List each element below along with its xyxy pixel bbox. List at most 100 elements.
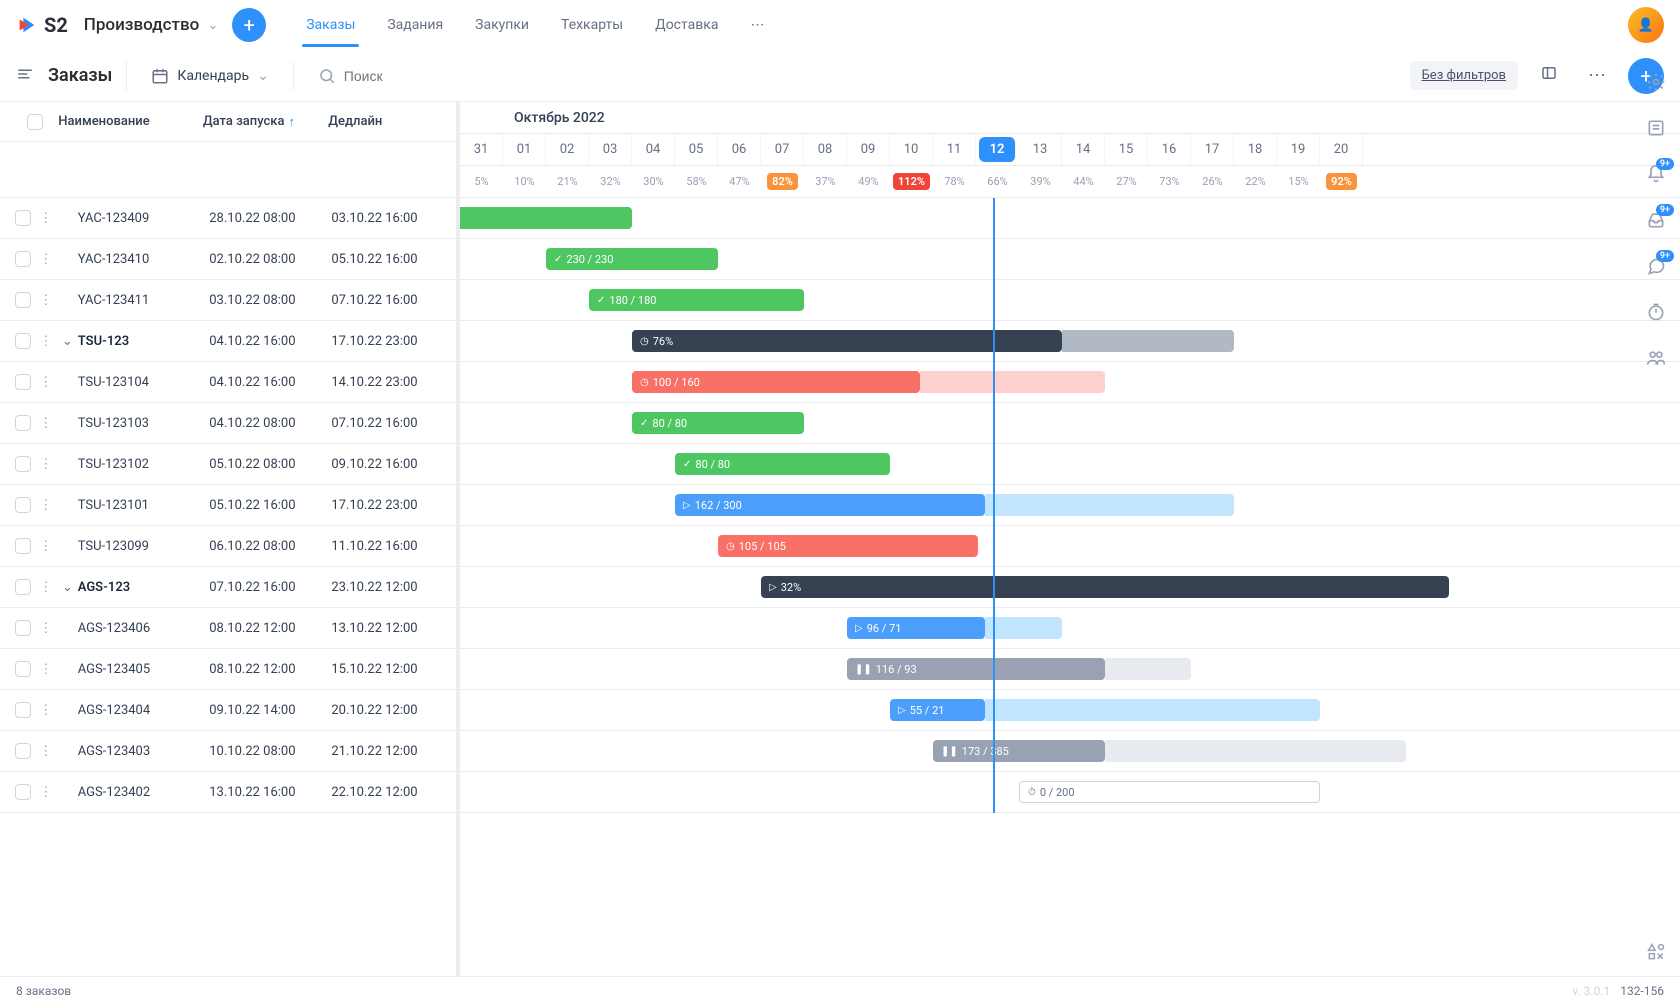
table-row[interactable]: ⋮TSU-12310404.10.22 16:0014.10.22 23:00 bbox=[0, 362, 456, 403]
day-cell[interactable]: 05 bbox=[675, 134, 718, 165]
gantt-bar[interactable]: ◷76% bbox=[632, 330, 1062, 352]
gantt-row[interactable]: ▷96 / 71 bbox=[460, 608, 1680, 649]
gantt-bar[interactable]: ▷162 / 300 bbox=[675, 494, 985, 516]
day-cell[interactable]: 16 bbox=[1148, 134, 1191, 165]
columns-icon[interactable] bbox=[1532, 58, 1566, 93]
row-menu-icon[interactable]: ⋮ bbox=[35, 621, 58, 636]
gantt-bar[interactable]: ◷100 / 160 bbox=[632, 371, 920, 393]
tab-orders[interactable]: Заказы bbox=[290, 7, 371, 43]
day-cell[interactable]: 04 bbox=[632, 134, 675, 165]
gantt-row[interactable]: ◷100 / 160 bbox=[460, 362, 1680, 403]
gantt-row[interactable]: ▷32% bbox=[460, 567, 1680, 608]
row-expand-icon[interactable]: ⌄ bbox=[57, 580, 78, 595]
row-menu-icon[interactable]: ⋮ bbox=[35, 539, 58, 554]
row-checkbox[interactable] bbox=[15, 620, 31, 636]
row-checkbox[interactable] bbox=[15, 374, 31, 390]
gantt-bar[interactable]: ▷32% bbox=[761, 576, 1449, 598]
row-checkbox[interactable] bbox=[15, 415, 31, 431]
table-row[interactable]: ⋮YAC-12341103.10.22 08:0007.10.22 16:00 bbox=[0, 280, 456, 321]
day-cell[interactable]: 14 bbox=[1062, 134, 1105, 165]
row-checkbox[interactable] bbox=[15, 702, 31, 718]
gantt-row[interactable]: ✓180 / 180 bbox=[460, 280, 1680, 321]
gantt-row[interactable]: ◷105 / 105 bbox=[460, 526, 1680, 567]
row-expand-icon[interactable]: ⌄ bbox=[57, 334, 78, 349]
header-name[interactable]: Наименование bbox=[58, 114, 203, 129]
row-checkbox[interactable] bbox=[15, 456, 31, 472]
day-cell[interactable]: 08 bbox=[804, 134, 847, 165]
day-cell[interactable]: 07 bbox=[761, 134, 804, 165]
table-row[interactable]: ⋮AGS-12340213.10.22 16:0022.10.22 12:00 bbox=[0, 772, 456, 813]
gantt-bar[interactable]: ◷105 / 105 bbox=[718, 535, 978, 557]
row-checkbox[interactable] bbox=[15, 210, 31, 226]
table-row[interactable]: ⋮AGS-12340409.10.22 14:0020.10.22 12:00 bbox=[0, 690, 456, 731]
select-all-checkbox[interactable] bbox=[27, 114, 43, 130]
tab-purchases[interactable]: Закупки bbox=[459, 7, 545, 43]
logo[interactable]: S2 bbox=[16, 13, 68, 37]
gantt-row[interactable]: ✓80 / 80 bbox=[460, 444, 1680, 485]
timer-icon[interactable] bbox=[1646, 302, 1666, 326]
row-checkbox[interactable] bbox=[15, 333, 31, 349]
row-menu-icon[interactable]: ⋮ bbox=[35, 252, 58, 267]
avatar[interactable]: 👤 bbox=[1628, 7, 1664, 43]
day-cell[interactable]: 31 bbox=[460, 134, 503, 165]
table-row[interactable]: ⋮YAC-12340928.10.22 08:0003.10.22 16:00 bbox=[0, 198, 456, 239]
row-menu-icon[interactable]: ⋮ bbox=[35, 580, 58, 595]
tab-tasks[interactable]: Задания bbox=[371, 7, 459, 43]
filter-button[interactable]: Без фильтров bbox=[1410, 61, 1518, 90]
day-cell[interactable]: 10 bbox=[890, 134, 933, 165]
table-row[interactable]: ⋮TSU-12310304.10.22 08:0007.10.22 16:00 bbox=[0, 403, 456, 444]
row-menu-icon[interactable]: ⋮ bbox=[35, 498, 58, 513]
header-deadline[interactable]: Дедлайн bbox=[328, 114, 444, 129]
table-row[interactable]: ⋮⌄TSU-12304.10.22 16:0017.10.22 23:00 bbox=[0, 321, 456, 362]
view-selector[interactable]: Календарь ⌄ bbox=[141, 61, 278, 91]
row-checkbox[interactable] bbox=[15, 784, 31, 800]
row-checkbox[interactable] bbox=[15, 497, 31, 513]
row-menu-icon[interactable]: ⋮ bbox=[35, 744, 58, 759]
gantt-bar[interactable]: ❚❚173 / 385 bbox=[933, 740, 1105, 762]
row-menu-icon[interactable]: ⋮ bbox=[35, 662, 58, 677]
day-cell[interactable]: 03 bbox=[589, 134, 632, 165]
gantt-bar[interactable]: ▷96 / 71 bbox=[847, 617, 985, 639]
day-cell[interactable]: 15 bbox=[1105, 134, 1148, 165]
gantt-bar[interactable]: ✓230 / 230 bbox=[546, 248, 718, 270]
table-row[interactable]: ⋮TSU-12310105.10.22 16:0017.10.22 23:00 bbox=[0, 485, 456, 526]
table-row[interactable]: ⋮AGS-12340608.10.22 12:0013.10.22 12:00 bbox=[0, 608, 456, 649]
row-checkbox[interactable] bbox=[15, 538, 31, 554]
day-cell[interactable]: 18 bbox=[1234, 134, 1277, 165]
row-menu-icon[interactable]: ⋮ bbox=[35, 293, 58, 308]
table-row[interactable]: ⋮YAC-12341002.10.22 08:0005.10.22 16:00 bbox=[0, 239, 456, 280]
table-row[interactable]: ⋮TSU-12309906.10.22 08:0011.10.22 16:00 bbox=[0, 526, 456, 567]
row-menu-icon[interactable]: ⋮ bbox=[35, 703, 58, 718]
notes-icon[interactable] bbox=[1646, 118, 1666, 142]
row-menu-icon[interactable]: ⋮ bbox=[35, 334, 58, 349]
gantt-row[interactable] bbox=[460, 198, 1680, 239]
row-checkbox[interactable] bbox=[15, 579, 31, 595]
row-checkbox[interactable] bbox=[15, 251, 31, 267]
tab-delivery[interactable]: Доставка bbox=[639, 7, 734, 43]
gantt-bar[interactable]: ⏱0 / 200 bbox=[1019, 781, 1320, 803]
row-menu-icon[interactable]: ⋮ bbox=[35, 416, 58, 431]
gantt-row[interactable]: ❚❚116 / 93 bbox=[460, 649, 1680, 690]
chat-icon[interactable]: 9+ bbox=[1646, 256, 1666, 280]
day-cell[interactable]: 02 bbox=[546, 134, 589, 165]
new-button[interactable]: + bbox=[232, 8, 266, 42]
gantt-bar[interactable] bbox=[460, 207, 632, 229]
row-menu-icon[interactable]: ⋮ bbox=[35, 457, 58, 472]
gantt-row[interactable]: ◷76% bbox=[460, 321, 1680, 362]
search-input[interactable] bbox=[344, 68, 584, 84]
gantt-row[interactable]: ✓230 / 230 bbox=[460, 239, 1680, 280]
tab-techcards[interactable]: Техкарты bbox=[545, 7, 639, 43]
day-cell[interactable]: 17 bbox=[1191, 134, 1234, 165]
gantt-bar[interactable]: ✓80 / 80 bbox=[632, 412, 804, 434]
tab-more[interactable]: ⋯ bbox=[734, 7, 780, 43]
shapes-icon[interactable] bbox=[1646, 942, 1666, 966]
gantt-bar[interactable]: ❚❚116 / 93 bbox=[847, 658, 1105, 680]
gantt-row[interactable]: ▷55 / 21 bbox=[460, 690, 1680, 731]
row-menu-icon[interactable]: ⋮ bbox=[35, 785, 58, 800]
day-cell[interactable]: 06 bbox=[718, 134, 761, 165]
settings-icon[interactable] bbox=[1646, 72, 1666, 96]
gantt-row[interactable]: ▷162 / 300 bbox=[460, 485, 1680, 526]
row-menu-icon[interactable]: ⋮ bbox=[35, 211, 58, 226]
inbox-icon[interactable]: 9+ bbox=[1646, 210, 1666, 234]
row-checkbox[interactable] bbox=[15, 743, 31, 759]
